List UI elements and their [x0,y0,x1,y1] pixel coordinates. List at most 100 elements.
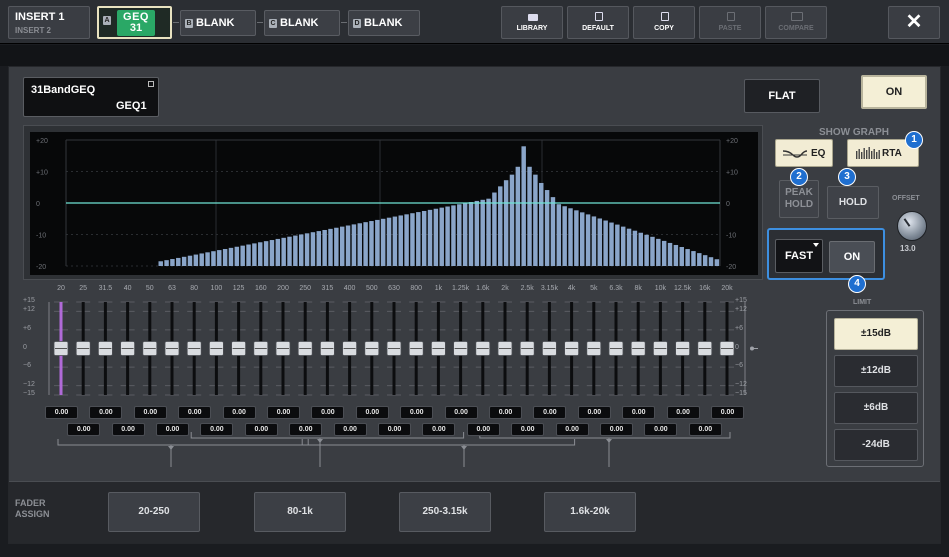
rta-bar [685,249,690,266]
fader-freq-label: 20 [57,285,65,292]
fader-gain-value[interactable]: 0.00 [422,423,456,436]
paste-button[interactable]: PASTE [699,6,761,39]
fader-gain-value[interactable]: 0.00 [89,406,123,419]
graph-y-label-right: -20 [726,264,736,271]
rta-bar [199,253,204,266]
fader-gain-value[interactable]: 0.00 [333,423,367,436]
rta-on-button[interactable]: ON [829,241,875,273]
assign-1k6-20k-button[interactable]: 1.6k-20k [544,492,636,532]
rta-bar [632,230,638,266]
fader-freq-label: 80 [190,285,199,292]
limit-15db-button[interactable]: ±15dB [834,318,918,350]
fader-gain-value[interactable]: 0.00 [222,406,256,419]
fader-gain-value[interactable]: 0.00 [355,406,389,419]
fader-freq-label: 2.5k [520,285,534,292]
default-button[interactable]: DEFAULT [567,6,629,39]
show-eq-button[interactable]: EQ [775,139,833,167]
fader-gain-value[interactable]: 0.00 [244,423,278,436]
fader-gain-value[interactable]: 0.00 [311,406,345,419]
rack-name-box[interactable]: 31BandGEQ GEQ1 [23,77,159,117]
rta-speed-group: FAST ON [767,228,885,280]
fader-gain-value[interactable]: 0.00 [622,406,656,419]
rta-bar [480,199,485,266]
rta-bar [380,218,386,266]
geq31-plugin-badge: GEQ 31 [117,10,155,36]
rta-bar [211,251,216,266]
assign-80-1k-button[interactable]: 80-1k [254,492,346,532]
edit-icon [148,81,154,87]
fader-gain-value[interactable]: 0.00 [688,423,722,436]
rta-bar [263,241,269,266]
copy-icon [661,12,669,21]
rta-bar [585,214,591,266]
assign-range-bracket [57,439,309,446]
fader-gain-value[interactable]: 0.00 [178,406,212,419]
callout-badge-4: 4 [848,275,866,293]
library-button[interactable]: LIBRARY [501,6,563,39]
insert-slot-c[interactable]: C BLANK [264,10,340,36]
fader-gain-value[interactable]: 0.00 [644,423,678,436]
insert-slot-b[interactable]: B BLANK [180,10,256,36]
insert-select-button[interactable]: INSERT 1 INSERT 2 [8,6,90,39]
fader-freq-label: 3.15k [540,285,558,292]
slot-label: BLANK [280,17,319,29]
copy-button[interactable]: COPY [633,6,695,39]
fader-freq-label: 250 [299,285,312,292]
rta-bar [427,209,433,266]
assign-20-250-button[interactable]: 20-250 [108,492,200,532]
fader-gain-value[interactable]: 0.00 [200,423,234,436]
fader-gain-value[interactable]: 0.00 [67,423,101,436]
rta-bar [404,214,409,266]
fader-gain-value[interactable]: 0.00 [600,423,633,436]
geq-on-button[interactable]: ON [861,75,927,109]
fader-gain-value[interactable]: 0.00 [466,423,500,436]
fader-assign-label-line2: ASSIGN [15,509,50,519]
fader-gain-value[interactable]: 0.00 [156,423,189,436]
fader-gain-value[interactable]: 0.00 [378,423,411,436]
close-button[interactable]: ✕ [888,6,940,39]
fader-gain-value[interactable]: 0.00 [45,406,78,419]
limit-12db-button[interactable]: ±12dB [834,355,918,387]
fader-gain-value[interactable]: 0.00 [577,406,611,419]
fader-gain-value[interactable]: 0.00 [133,406,167,419]
limit-6db-button[interactable]: ±6dB [834,392,918,424]
insert-slot-a[interactable]: A GEQ 31 [97,6,172,39]
rta-bar [316,231,322,266]
assign-250-3k15-button[interactable]: 250-3.15k [399,492,491,532]
compare-button[interactable]: COMPARE [765,6,827,39]
fader-gain-value[interactable]: 0.00 [511,423,545,436]
rta-bar [170,259,175,266]
rta-bar [222,248,228,266]
fader-scale-label-right: −15 [735,390,747,397]
rta-speed-dropdown[interactable]: FAST [775,239,823,273]
compare-label: COMPARE [778,25,814,32]
library-label: LIBRARY [516,25,548,32]
fader-gain-value[interactable]: 0.00 [111,423,145,436]
rta-bar [603,220,608,266]
fader-freq-label: 10k [654,285,667,292]
slot-label: BLANK [364,17,403,29]
insert-slot-d[interactable]: D BLANK [348,10,420,36]
fader-gain-value[interactable]: 0.00 [489,406,522,419]
graph-y-label-right: +10 [726,170,738,177]
rta-bar [468,202,474,266]
fader-gain-value[interactable]: 0.00 [289,423,323,436]
header-spacer [0,45,949,66]
rta-speed-value: FAST [784,250,814,262]
offset-knob[interactable] [897,211,927,241]
fader-freq-label: 20k [721,285,733,292]
fader-gain-value[interactable]: 0.00 [444,406,478,419]
fader-gain-value[interactable]: 0.00 [267,406,300,419]
rta-bar [328,228,333,266]
fader-gain-value[interactable]: 0.00 [711,406,744,419]
limit-24db-button[interactable]: -24dB [834,429,918,461]
hold-button[interactable]: HOLD [827,186,879,219]
fader-gain-value[interactable]: 0.00 [400,406,434,419]
slot-letter: A [103,16,111,25]
fader-gain-value[interactable]: 0.00 [533,406,567,419]
fader-freq-label: 315 [321,285,334,292]
fader-gain-value[interactable]: 0.00 [555,423,589,436]
fader-gain-value[interactable]: 0.00 [666,406,700,419]
rta-bar [615,224,620,266]
flat-button[interactable]: FLAT [744,79,820,113]
